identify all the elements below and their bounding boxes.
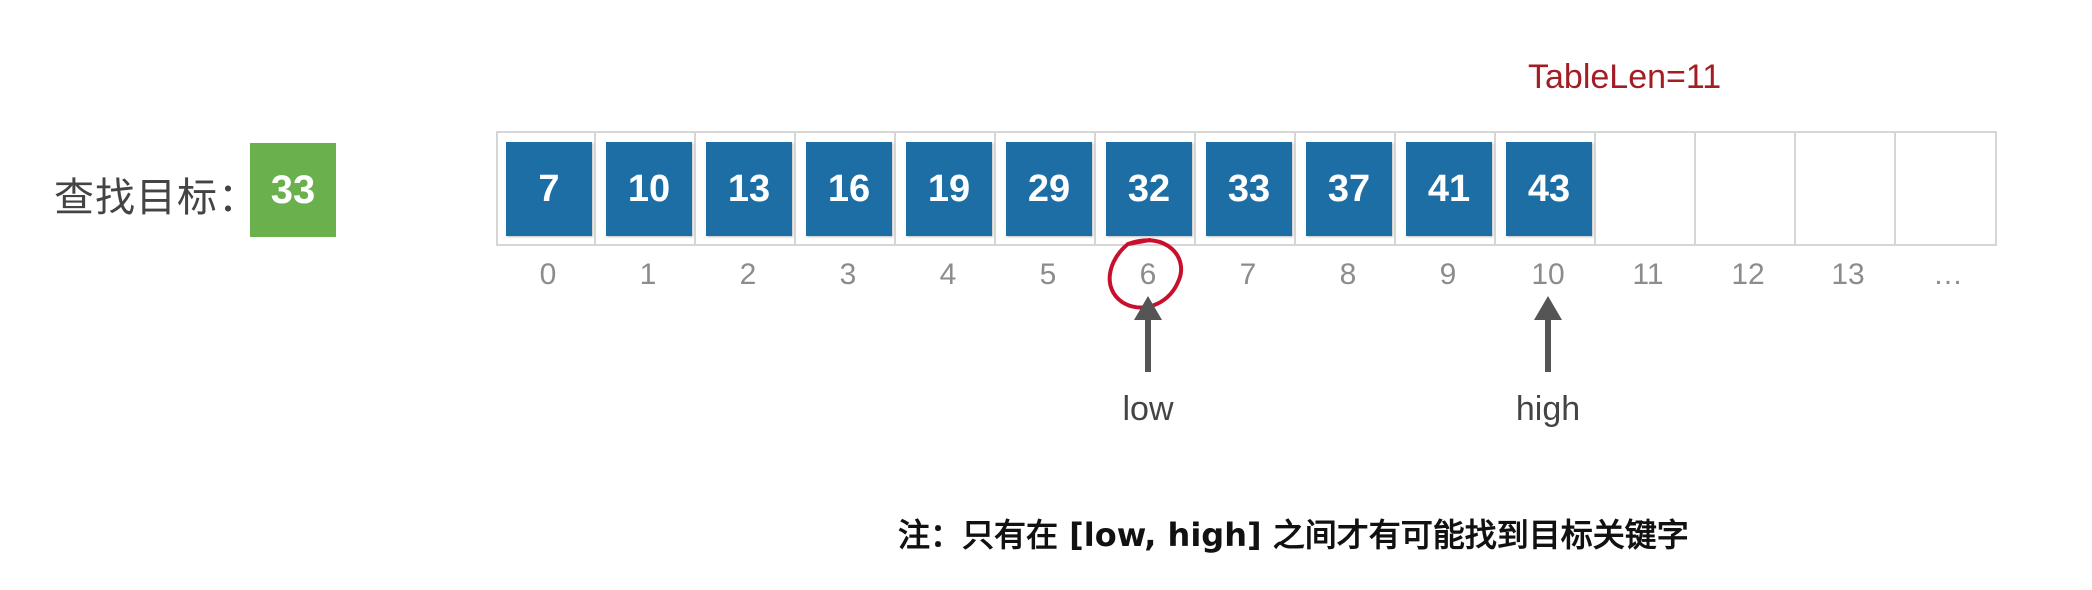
array-cell [1898,133,1996,244]
pointer-arrow-icon [1134,296,1162,372]
search-target-value: 33 [250,143,336,237]
array-cell: 37 [1298,133,1396,244]
array-value: 10 [606,142,692,236]
array-cell: 19 [898,133,996,244]
array-index: 10 [1531,258,1565,291]
array-index: 13 [1831,258,1865,291]
array-cell: 29 [998,133,1096,244]
array-index: 8 [1339,258,1357,291]
array-cell [1598,133,1696,244]
array-value: 7 [506,142,592,236]
array-value: 43 [1506,142,1592,236]
array-index: 7 [1239,258,1257,291]
array-value: 41 [1406,142,1492,236]
note-text: 注：只有在 [low, high] 之间才有可能找到目标关键字 [898,516,1689,554]
array-value: 19 [906,142,992,236]
binary-search-diagram: 查找目标： 33 TableLen=11 7 10 13 16 19 29 32 33 37 41… [0,0,2092,590]
array-index: 9 [1439,258,1457,291]
array-cell: 43 [1498,133,1596,244]
array-value: 29 [1006,142,1092,236]
array-cell: 16 [798,133,896,244]
array-cell [1698,133,1796,244]
array-index: 6 [1139,258,1157,291]
array-index: 3 [839,258,857,291]
array-value: 37 [1306,142,1392,236]
table-length-label: TableLen=11 [1528,58,1722,96]
array-index: 2 [739,258,757,291]
array-cell: 10 [598,133,696,244]
highlight-ring [1107,238,1184,310]
array-index: 11 [1632,258,1664,291]
array-index: 0 [539,258,557,291]
array-cell: 33 [1198,133,1296,244]
array-index: … [1933,258,1963,291]
array-index: 12 [1731,258,1765,291]
array-cell: 13 [698,133,796,244]
pointer-label: low [1122,390,1174,428]
search-target-label: 查找目标： [54,175,259,221]
pointer-label: high [1515,390,1581,428]
array-cell: 41 [1398,133,1496,244]
array-value: 16 [806,142,892,236]
pointer-arrow-icon [1534,296,1562,372]
array-cell: 7 [498,133,596,244]
array-index: 5 [1039,258,1057,291]
array-value: 32 [1106,142,1192,236]
array-value: 33 [1206,142,1292,236]
array-cell: 32 [1098,133,1196,244]
array-index: 4 [939,258,957,291]
array-value: 13 [706,142,792,236]
array-cell [1798,133,1896,244]
array-index: 1 [639,258,657,291]
